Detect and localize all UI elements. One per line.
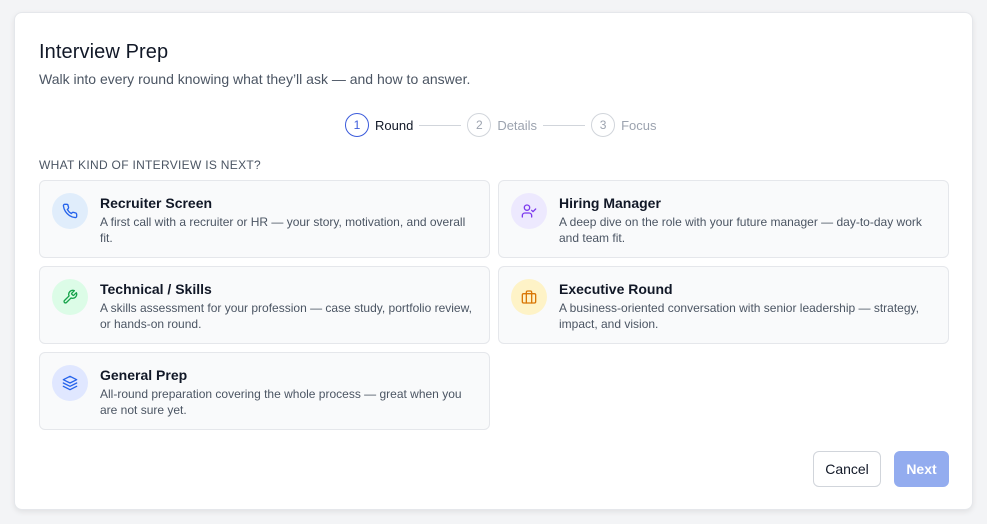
layers-icon [52, 365, 88, 401]
option-description: A business-oriented conversation with se… [559, 301, 919, 331]
option-description: A first call with a recruiter or HR — yo… [100, 215, 466, 245]
interview-prep-dialog: Interview Prep Walk into every round kno… [14, 12, 973, 510]
option-title: General Prep [100, 367, 188, 383]
dialog-subtitle: Walk into every round knowing what they’… [39, 71, 471, 87]
dialog-title: Interview Prep [39, 41, 169, 63]
step-label: Round [375, 117, 414, 133]
option-title: Technical / Skills [100, 281, 212, 297]
step-focus[interactable]: 3 Focus [591, 113, 656, 137]
user-check-icon [511, 193, 547, 229]
step-number: 2 [467, 113, 492, 137]
cancel-button[interactable]: Cancel [813, 451, 881, 487]
step-label: Details [497, 117, 538, 133]
phone-icon [52, 193, 88, 229]
option-hiring-manager[interactable]: Hiring Manager A deep dive on the role w… [498, 180, 949, 258]
option-executive-round[interactable]: Executive Round A business-oriented conv… [498, 266, 949, 344]
step-number: 3 [591, 113, 616, 137]
option-title: Recruiter Screen [100, 195, 213, 211]
option-technical-skills[interactable]: Technical / Skills A skills assessment f… [39, 266, 490, 344]
option-general-prep[interactable]: General Prep All-round preparation cover… [39, 352, 490, 430]
step-details[interactable]: 2 Details [467, 113, 537, 137]
step-connector [419, 124, 462, 126]
option-description: All-round preparation covering the whole… [100, 387, 462, 417]
step-round[interactable]: 1 Round [345, 113, 413, 137]
step-number: 1 [345, 113, 369, 137]
option-description: A deep dive on the role with your future… [559, 215, 922, 245]
section-label: WHAT KIND OF INTERVIEW IS NEXT? [39, 158, 261, 172]
wrench-icon [52, 279, 88, 315]
option-title: Hiring Manager [559, 195, 661, 211]
briefcase-icon [511, 279, 547, 315]
step-label: Focus [621, 117, 657, 133]
option-recruiter-screen[interactable]: Recruiter Screen A first call with a rec… [39, 180, 490, 258]
option-title: Executive Round [559, 281, 673, 297]
next-button[interactable]: Next [894, 451, 949, 487]
option-description: A skills assessment for your profession … [100, 301, 472, 331]
step-connector [543, 124, 586, 126]
stepper: 1 Round 2 Details 3 Focus [345, 113, 656, 137]
